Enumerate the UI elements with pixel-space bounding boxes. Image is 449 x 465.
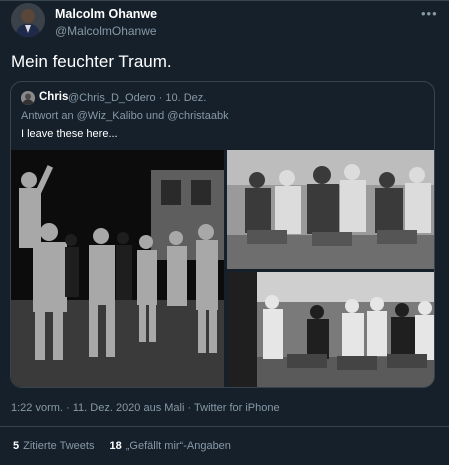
quotes-stat[interactable]: 5 Zitierte Tweets: [13, 440, 94, 452]
likes-label: „Gefällt mir“-Angaben: [125, 440, 231, 452]
photo-2[interactable]: [227, 150, 434, 269]
tweet-timestamp[interactable]: 1:22 vorm. · 11. Dez. 2020 aus Mali · Tw…: [11, 402, 280, 414]
quoted-author-name[interactable]: Chris: [39, 91, 68, 103]
author-name[interactable]: Malcolm Ohanwe: [55, 7, 157, 21]
photo-3[interactable]: [227, 272, 434, 387]
likes-count: 18: [109, 440, 122, 452]
photo-1[interactable]: [11, 150, 224, 387]
stats-divider: [0, 426, 449, 427]
more-options-icon[interactable]: •••: [421, 6, 438, 21]
quoted-reply-to: Antwort an @Wiz_Kalibo und @christaabk: [21, 110, 229, 122]
quoted-avatar[interactable]: [21, 91, 35, 105]
author-handle[interactable]: @MalcolmOhanwe: [55, 24, 157, 38]
quoted-text: I leave these here...: [21, 128, 118, 140]
quoted-handle-date[interactable]: @Chris_D_Odero · 10. Dez.: [68, 92, 206, 104]
likes-stat[interactable]: 18 „Gefällt mir“-Angaben: [110, 440, 231, 452]
quoted-tweet[interactable]: Chris @Chris_D_Odero · 10. Dez. Antwort …: [10, 81, 435, 388]
author-avatar[interactable]: [11, 3, 45, 37]
tweet-stats: 5 Zitierte Tweets 18 „Gefällt mir“-Angaben: [13, 440, 231, 452]
tweet-text: Mein feuchter Traum.: [11, 52, 172, 71]
quotes-count: 5: [13, 440, 20, 452]
quotes-label: Zitierte Tweets: [23, 440, 95, 452]
top-divider: [0, 0, 449, 1]
